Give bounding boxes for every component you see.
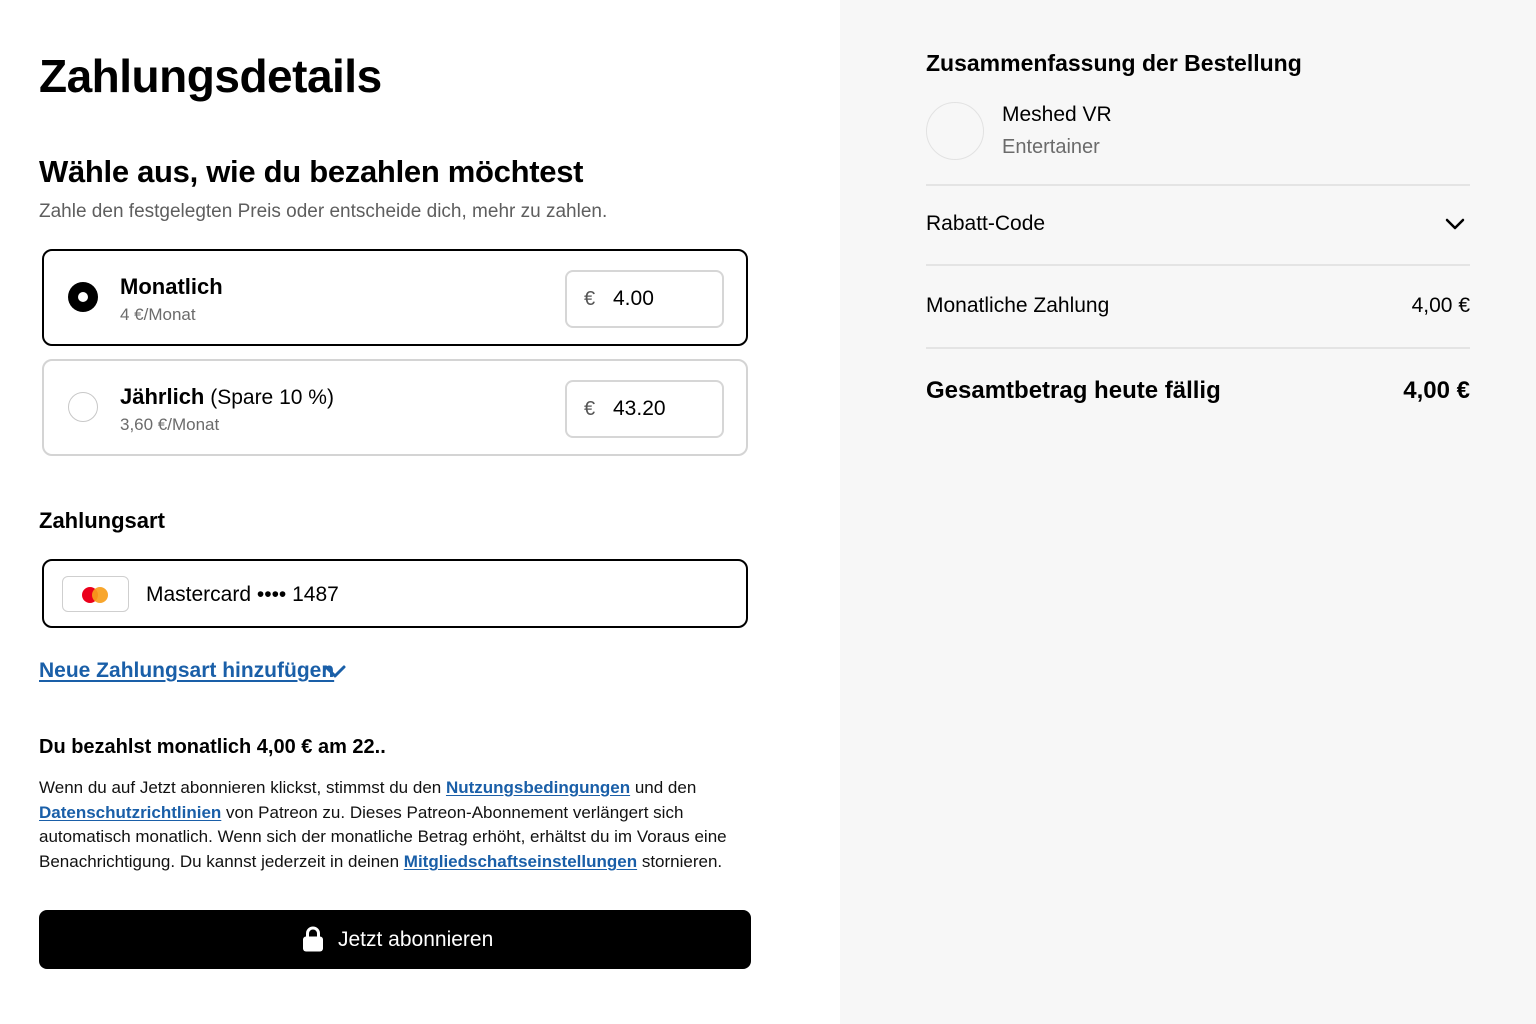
- plan-option-yearly[interactable]: Jährlich (Spare 10 %) 3,60 €/Monat €: [42, 359, 748, 456]
- subscribe-button[interactable]: Jetzt abonnieren: [39, 910, 751, 969]
- order-summary-panel: Zusammenfassung der Bestellung Meshed VR…: [840, 0, 1536, 1024]
- legal-text-part: und den: [630, 778, 697, 797]
- monthly-payment-value: 4,00 €: [1411, 294, 1470, 317]
- divider: [926, 184, 1470, 186]
- discount-code-toggle[interactable]: Rabatt-Code: [926, 211, 1045, 237]
- radio-monthly-selected[interactable]: [68, 282, 98, 312]
- total-due-value: 4,00 €: [1403, 377, 1470, 404]
- saved-card-option[interactable]: Mastercard •••• 1487: [42, 559, 748, 628]
- currency-symbol: €: [584, 398, 596, 420]
- legal-text-part: stornieren.: [637, 852, 723, 872]
- monthly-payment-label: Monatliche Zahlung: [926, 294, 1110, 317]
- card-label: Mastercard •••• 1487: [146, 583, 339, 606]
- amount-field-monthly[interactable]: €: [565, 270, 724, 328]
- radio-yearly[interactable]: [68, 392, 98, 422]
- order-summary-title: Zusammenfassung der Bestellung: [926, 50, 1302, 76]
- creator-name: Meshed VR: [1002, 103, 1112, 126]
- subscribe-button-label: Jetzt abonnieren: [338, 928, 494, 951]
- plan-name: Monatlich: [120, 273, 223, 302]
- plan-rate: 3,60 €/Monat: [120, 415, 220, 434]
- mastercard-logo-icon: [62, 576, 129, 612]
- legal-text: Wenn du auf Jetzt abonnieren klickst, st…: [39, 776, 759, 875]
- plan-rate: 4 €/Monat: [120, 305, 196, 324]
- payment-details-panel: Zahlungsdetails Wähle aus, wie du bezahl…: [0, 0, 840, 1024]
- currency-symbol: €: [584, 288, 596, 310]
- add-payment-method-link[interactable]: Neue Zahlungsart hinzufügen: [39, 658, 334, 684]
- billing-summary: Du bezahlst monatlich 4,00 € am 22..: [39, 736, 386, 758]
- membership-settings-link[interactable]: Mitgliedschaftseinstellungen: [404, 852, 637, 871]
- legal-text-part: Wenn du auf Jetzt abonnieren klickst, st…: [39, 778, 446, 797]
- divider: [926, 264, 1470, 266]
- creator-type: Entertainer: [1002, 136, 1100, 158]
- chevron-down-icon[interactable]: [1444, 213, 1466, 235]
- plan-section-title: Wähle aus, wie du bezahlen möchtest: [39, 154, 584, 189]
- plan-name-label: Monatlich: [120, 274, 223, 299]
- amount-input-yearly[interactable]: [613, 394, 713, 424]
- plan-name-label: Jährlich: [120, 384, 205, 409]
- terms-link[interactable]: Nutzungsbedingungen: [446, 778, 630, 797]
- divider: [926, 347, 1470, 349]
- privacy-link[interactable]: Datenschutzrichtlinien: [39, 803, 221, 822]
- mastercard-yellow-circle: [92, 587, 108, 603]
- total-due-label: Gesamtbetrag heute fällig: [926, 377, 1221, 404]
- chevron-down-icon[interactable]: [322, 660, 348, 682]
- plan-section-subtitle: Zahle den festgelegten Preis oder entsch…: [39, 201, 608, 222]
- amount-field-yearly[interactable]: €: [565, 380, 724, 438]
- plan-name: Jährlich (Spare 10 %): [120, 383, 334, 412]
- plan-option-monthly[interactable]: Monatlich 4 €/Monat €: [42, 249, 748, 346]
- plan-savings-label: (Spare 10 %): [204, 386, 334, 409]
- lock-icon: [303, 926, 323, 952]
- payment-method-label: Zahlungsart: [39, 508, 165, 533]
- creator-avatar: [926, 102, 984, 160]
- amount-input-monthly[interactable]: [613, 284, 713, 314]
- page-title: Zahlungsdetails: [39, 50, 382, 102]
